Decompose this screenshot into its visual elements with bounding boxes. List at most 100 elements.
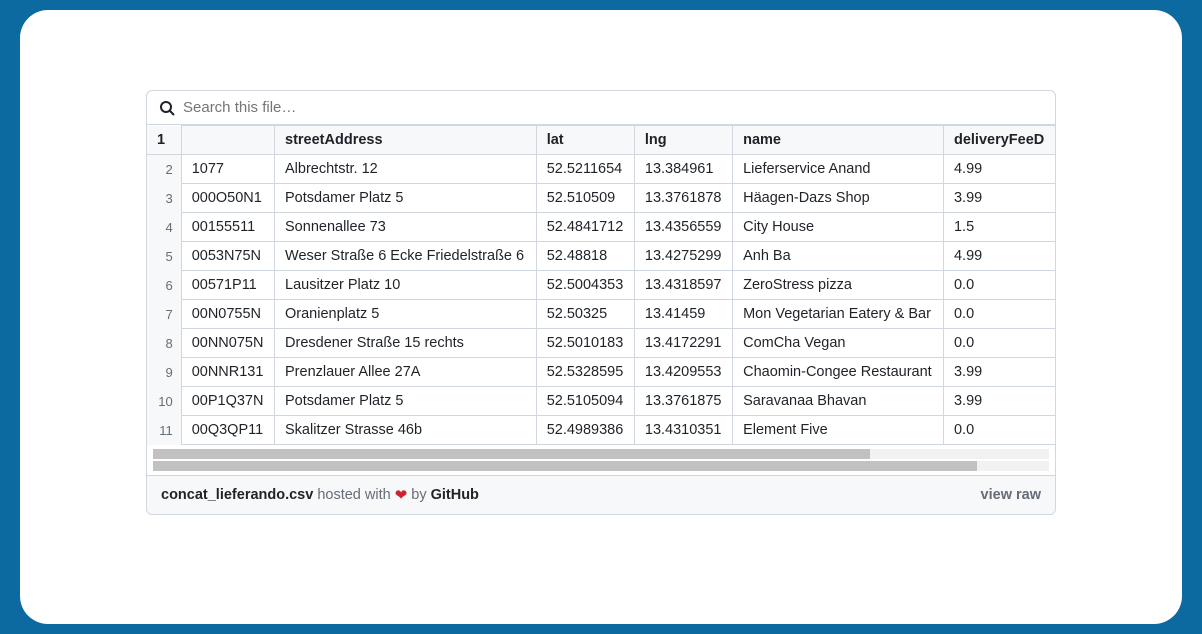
view-raw-link[interactable]: view raw bbox=[981, 487, 1041, 503]
table-row: 3 000O50N1 Potsdamer Platz 5 52.510509 1… bbox=[147, 184, 1055, 213]
search-icon bbox=[159, 100, 175, 116]
cell: 00571P11 bbox=[181, 271, 274, 300]
cell: 52.510509 bbox=[536, 184, 634, 213]
heart-icon: ❤ bbox=[395, 486, 408, 504]
table-row: 7 00N0755N Oranienplatz 5 52.50325 13.41… bbox=[147, 300, 1055, 329]
cell: 0053N75N bbox=[181, 242, 274, 271]
cell: 00NNR131 bbox=[181, 358, 274, 387]
line-number-cell: 1 bbox=[147, 126, 181, 155]
cell: Lausitzer Platz 10 bbox=[275, 271, 537, 300]
page-card: 1 streetAddress lat lng name deliveryFee… bbox=[20, 10, 1182, 624]
cell: 13.4275299 bbox=[634, 242, 732, 271]
footer-text: by bbox=[411, 487, 426, 503]
cell: 13.4318597 bbox=[634, 271, 732, 300]
cell: Lieferservice Anand bbox=[733, 155, 944, 184]
table-header-row: 1 streetAddress lat lng name deliveryFee… bbox=[147, 126, 1055, 155]
cell: 52.48818 bbox=[536, 242, 634, 271]
cell: ComCha Vegan bbox=[733, 329, 944, 358]
cell: Häagen-Dazs Shop bbox=[733, 184, 944, 213]
line-number-cell: 9 bbox=[147, 358, 181, 387]
cell: 00NN075N bbox=[181, 329, 274, 358]
line-number-cell: 8 bbox=[147, 329, 181, 358]
column-header: streetAddress bbox=[275, 126, 537, 155]
horizontal-scrollbar[interactable] bbox=[153, 461, 1049, 471]
cell: Dresdener Straße 15 rechts bbox=[275, 329, 537, 358]
cell: Chaomin-Congee Restaurant bbox=[733, 358, 944, 387]
footer-text: hosted with bbox=[317, 487, 390, 503]
cell: 13.384961 bbox=[634, 155, 732, 184]
cell: 0.0 bbox=[943, 329, 1055, 358]
cell: 13.4310351 bbox=[634, 416, 732, 445]
table-row: 11 00Q3QP11 Skalitzer Strasse 46b 52.498… bbox=[147, 416, 1055, 445]
cell: Weser Straße 6 Ecke Friedelstraße 6 bbox=[275, 242, 537, 271]
cell: 00155511 bbox=[181, 213, 274, 242]
cell: 13.4209553 bbox=[634, 358, 732, 387]
scrollbar-thumb[interactable] bbox=[153, 449, 870, 459]
line-number-cell: 3 bbox=[147, 184, 181, 213]
cell: 13.3761875 bbox=[634, 387, 732, 416]
cell: 3.99 bbox=[943, 387, 1055, 416]
cell: 13.41459 bbox=[634, 300, 732, 329]
table-row: 10 00P1Q37N Potsdamer Platz 5 52.5105094… bbox=[147, 387, 1055, 416]
cell: Anh Ba bbox=[733, 242, 944, 271]
cell: 13.3761878 bbox=[634, 184, 732, 213]
cell: Albrechtstr. 12 bbox=[275, 155, 537, 184]
cell: ZeroStress pizza bbox=[733, 271, 944, 300]
line-number-cell: 6 bbox=[147, 271, 181, 300]
line-number-cell: 5 bbox=[147, 242, 181, 271]
table-row: 8 00NN075N Dresdener Straße 15 rechts 52… bbox=[147, 329, 1055, 358]
cell: Potsdamer Platz 5 bbox=[275, 184, 537, 213]
cell: Mon Vegetarian Eatery & Bar bbox=[733, 300, 944, 329]
column-header: name bbox=[733, 126, 944, 155]
github-link[interactable]: GitHub bbox=[431, 487, 479, 503]
cell: 52.5004353 bbox=[536, 271, 634, 300]
cell: 00Q3QP11 bbox=[181, 416, 274, 445]
search-input[interactable] bbox=[183, 99, 1043, 116]
horizontal-scrollbar[interactable] bbox=[153, 449, 1049, 459]
cell: 52.50325 bbox=[536, 300, 634, 329]
cell: 52.4989386 bbox=[536, 416, 634, 445]
cell: 13.4356559 bbox=[634, 213, 732, 242]
cell: 0.0 bbox=[943, 300, 1055, 329]
cell: Skalitzer Strasse 46b bbox=[275, 416, 537, 445]
scrollbar-thumb[interactable] bbox=[153, 461, 977, 471]
line-number-cell: 4 bbox=[147, 213, 181, 242]
line-number-cell: 7 bbox=[147, 300, 181, 329]
line-number-cell: 2 bbox=[147, 155, 181, 184]
cell: Oranienplatz 5 bbox=[275, 300, 537, 329]
cell: 4.99 bbox=[943, 242, 1055, 271]
line-number-cell: 10 bbox=[147, 387, 181, 416]
gist-footer: concat_lieferando.csv hosted with ❤ by G… bbox=[147, 475, 1055, 514]
gist-container: 1 streetAddress lat lng name deliveryFee… bbox=[146, 90, 1056, 515]
cell: 0.0 bbox=[943, 271, 1055, 300]
table-row: 6 00571P11 Lausitzer Platz 10 52.5004353… bbox=[147, 271, 1055, 300]
cell: 52.5010183 bbox=[536, 329, 634, 358]
footer-left: concat_lieferando.csv hosted with ❤ by G… bbox=[161, 486, 479, 504]
cell: 3.99 bbox=[943, 184, 1055, 213]
table-row: 5 0053N75N Weser Straße 6 Ecke Friedelst… bbox=[147, 242, 1055, 271]
cell: Sonnenallee 73 bbox=[275, 213, 537, 242]
column-header bbox=[181, 126, 274, 155]
table-row: 4 00155511 Sonnenallee 73 52.4841712 13.… bbox=[147, 213, 1055, 242]
column-header: lat bbox=[536, 126, 634, 155]
table-row: 2 1077 Albrechtstr. 12 52.5211654 13.384… bbox=[147, 155, 1055, 184]
cell: Element Five bbox=[733, 416, 944, 445]
cell: 3.99 bbox=[943, 358, 1055, 387]
cell: 13.4172291 bbox=[634, 329, 732, 358]
cell: 00N0755N bbox=[181, 300, 274, 329]
cell: 1077 bbox=[181, 155, 274, 184]
table-row: 9 00NNR131 Prenzlauer Allee 27A 52.53285… bbox=[147, 358, 1055, 387]
cell: 52.5211654 bbox=[536, 155, 634, 184]
cell: 1.5 bbox=[943, 213, 1055, 242]
line-number-cell: 11 bbox=[147, 416, 181, 445]
cell: 52.4841712 bbox=[536, 213, 634, 242]
cell: City House bbox=[733, 213, 944, 242]
cell: 00P1Q37N bbox=[181, 387, 274, 416]
cell: Potsdamer Platz 5 bbox=[275, 387, 537, 416]
filename-link[interactable]: concat_lieferando.csv bbox=[161, 487, 313, 503]
table-scroll-area[interactable]: 1 streetAddress lat lng name deliveryFee… bbox=[147, 125, 1055, 445]
cell: 52.5328595 bbox=[536, 358, 634, 387]
cell: 000O50N1 bbox=[181, 184, 274, 213]
csv-table: 1 streetAddress lat lng name deliveryFee… bbox=[147, 125, 1055, 445]
cell: 4.99 bbox=[943, 155, 1055, 184]
